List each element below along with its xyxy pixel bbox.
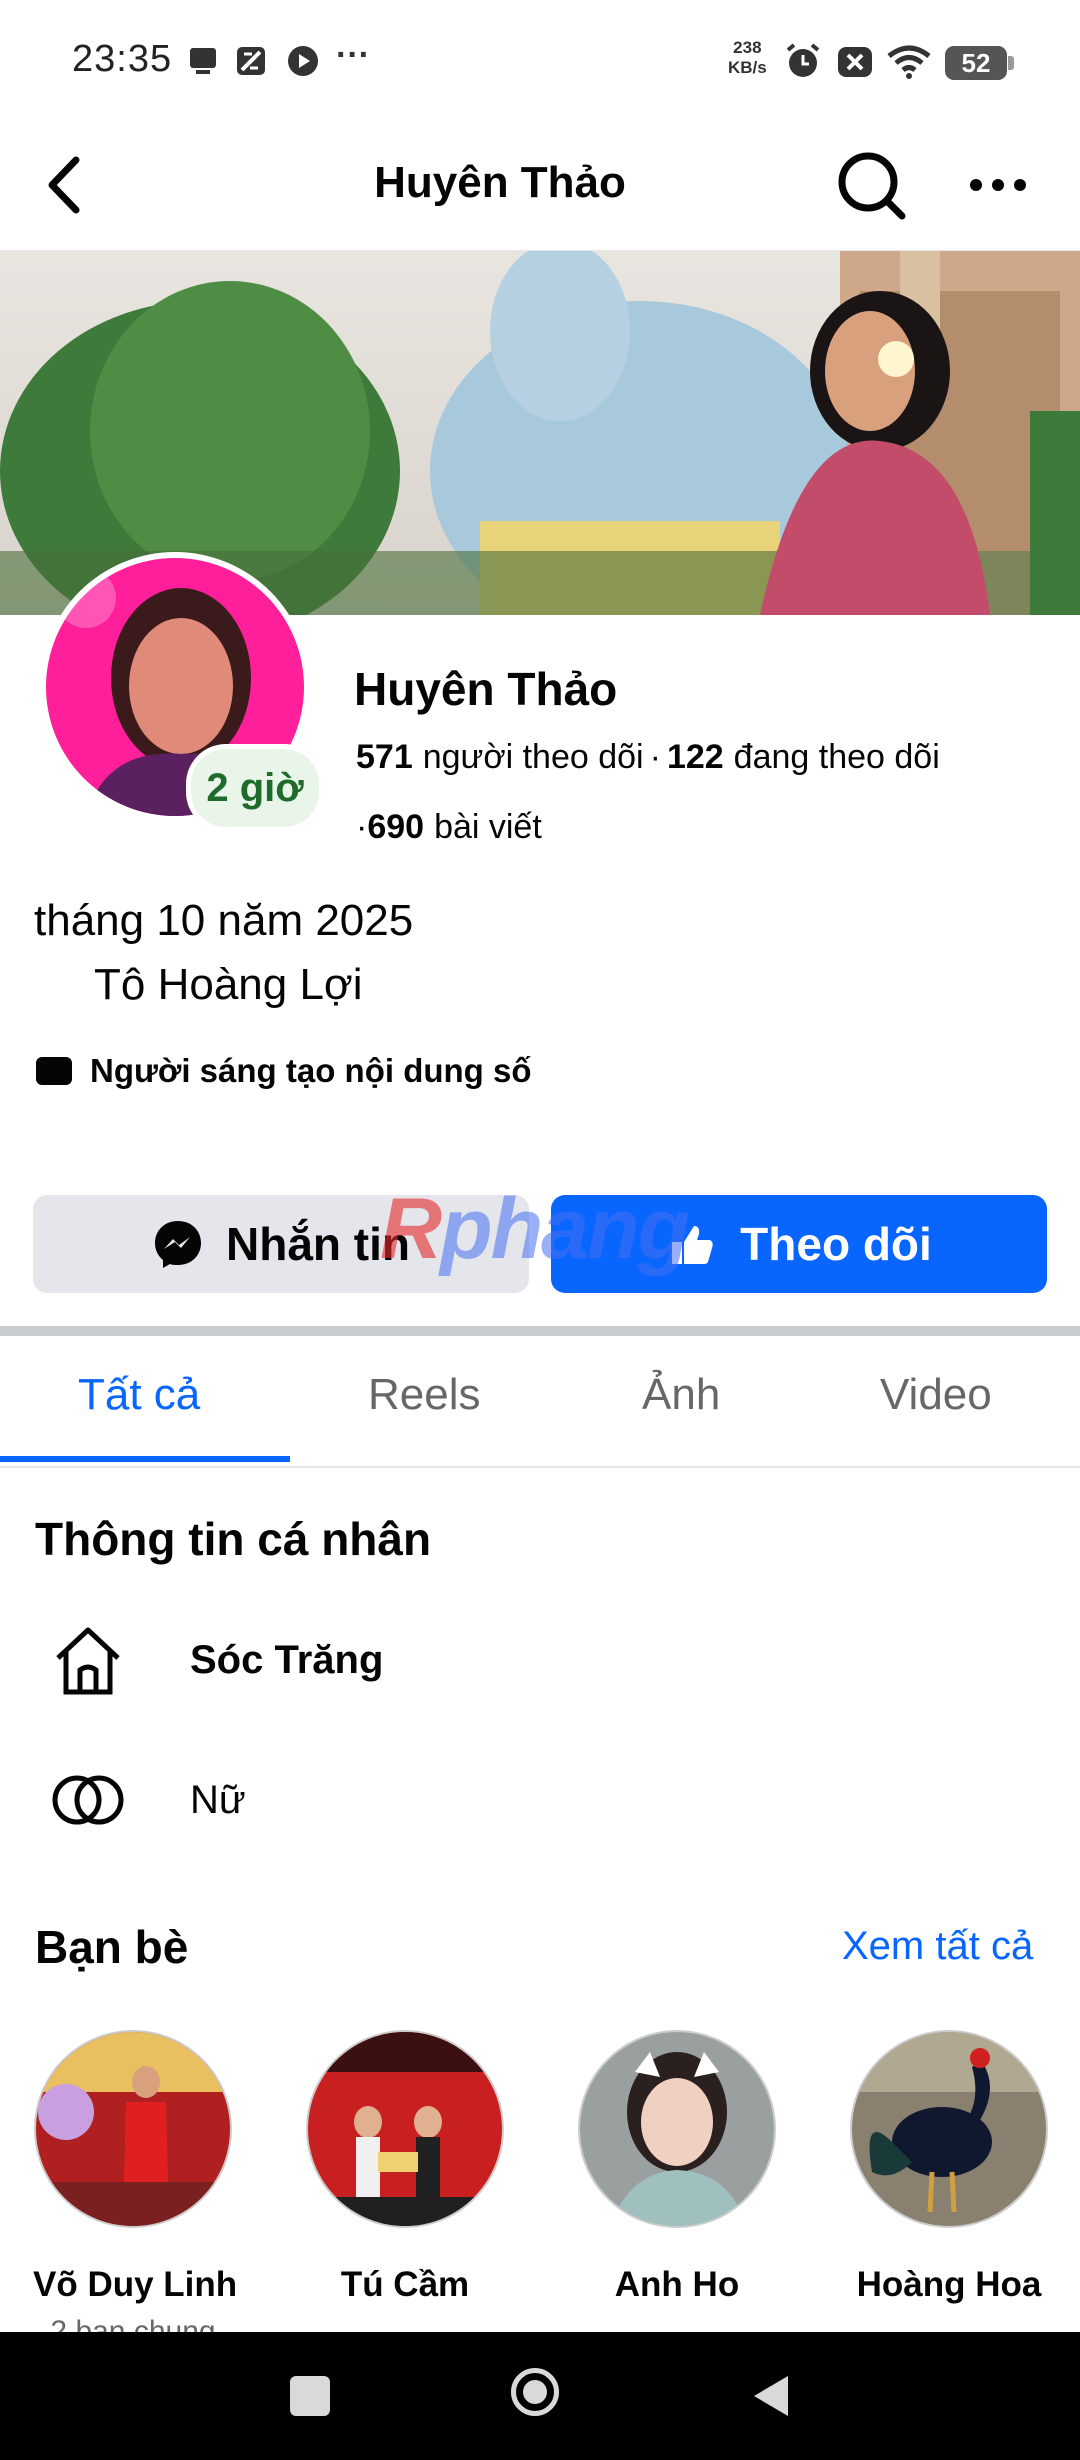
alarm-icon <box>786 43 820 77</box>
profile-stats: 571 người theo dõi · 122 đang theo dõi <box>356 738 940 777</box>
friend-card[interactable]: Tú Cầm <box>305 2030 505 2315</box>
profile-tabs: Tất cả Reels Ảnh Video <box>0 1336 1080 1468</box>
messenger-icon <box>155 1221 201 1268</box>
system-back-button[interactable] <box>748 2372 792 2420</box>
home-button-dot <box>523 2380 547 2404</box>
hometown-row[interactable]: Sóc Trăng <box>50 1620 383 1700</box>
gender-row: Nữ <box>50 1760 246 1840</box>
sync-off-icon <box>237 47 265 75</box>
network-speed: 238 KB/s <box>728 38 767 78</box>
friend-photo <box>578 2030 776 2228</box>
friend-name: Anh Ho <box>614 2265 740 2304</box>
wifi-icon <box>887 45 931 79</box>
clapperboard-icon <box>36 1057 72 1085</box>
friend-photo <box>34 2030 232 2228</box>
tab-video[interactable]: Video <box>880 1370 992 1420</box>
followers-count[interactable]: 571 <box>356 738 413 776</box>
see-all-friends-link[interactable]: Xem tất cả <box>842 1924 1033 1969</box>
more-options-icon[interactable] <box>958 150 1038 220</box>
following-label[interactable]: đang theo dõi <box>734 738 940 776</box>
no-sim-icon <box>838 47 872 77</box>
recents-button[interactable] <box>290 2376 330 2416</box>
gender-label: Nữ <box>190 1777 246 1822</box>
more-notifications-indicator: ··· <box>336 36 370 74</box>
notification-icon <box>190 48 216 74</box>
net-speed-value: 238 <box>733 38 762 57</box>
active-tab-indicator <box>0 1456 290 1462</box>
story-badge[interactable]: 2 giờ <box>186 744 324 832</box>
friend-name: Tú Cầm <box>340 2265 470 2304</box>
about-section-title: Thông tin cá nhân <box>35 1513 432 1565</box>
battery-indicator: 52 <box>945 46 1014 80</box>
watermark-text: phang <box>440 1181 690 1277</box>
status-time: 23:35 <box>72 38 173 80</box>
friend-card[interactable]: Võ Duy Linh 2 bạn chung <box>33 2030 238 2349</box>
posts-count: 690 <box>367 808 425 846</box>
friend-name: Hoàng Hoa <box>856 2265 1042 2304</box>
stat-separator: · <box>649 738 661 776</box>
search-icon[interactable] <box>832 150 912 220</box>
followers-label[interactable]: người theo dõi <box>423 738 644 776</box>
bio-line: tháng 10 năm 2025 <box>34 896 414 945</box>
watermark-letter: R <box>380 1181 442 1277</box>
tab-photos[interactable]: Ảnh <box>642 1370 720 1420</box>
creator-label: Người sáng tạo nội dung số <box>90 1052 532 1089</box>
app-header: Huyên Thảo <box>0 120 1080 252</box>
bio-line: Tô Hoàng Lợi <box>94 960 363 1009</box>
watermark: Rphang <box>380 1180 690 1279</box>
home-icon <box>56 1627 120 1695</box>
creator-category: Người sáng tạo nội dung số <box>36 1052 532 1090</box>
stat-separator: · <box>356 808 368 846</box>
friend-photo <box>306 2030 504 2228</box>
profile-name: Huyên Thảo <box>354 663 618 715</box>
posts-label: bài viết <box>434 808 542 846</box>
profile-stats-posts: ·690 bài viết <box>356 808 542 847</box>
follow-label: Theo dõi <box>740 1218 932 1270</box>
friend-name: Võ Duy Linh <box>33 2265 238 2304</box>
section-divider <box>0 1326 1080 1336</box>
following-count[interactable]: 122 <box>667 738 724 776</box>
hometown-label: Sóc Trăng <box>190 1637 384 1682</box>
tab-all[interactable]: Tất cả <box>78 1370 200 1420</box>
friend-photo <box>850 2030 1048 2228</box>
tab-reels[interactable]: Reels <box>368 1370 481 1420</box>
system-nav-bar <box>0 2332 1080 2460</box>
friend-card[interactable]: Anh Ho <box>577 2030 777 2315</box>
friend-card[interactable]: Hoàng Hoa <box>849 2030 1049 2315</box>
gender-icon <box>52 1775 124 1825</box>
play-icon <box>288 46 318 76</box>
status-bar: 23:35 ··· 238 KB/s 52 <box>0 0 1080 120</box>
net-speed-unit: KB/s <box>728 58 767 77</box>
friends-section-title: Bạn bè <box>35 1921 189 1973</box>
